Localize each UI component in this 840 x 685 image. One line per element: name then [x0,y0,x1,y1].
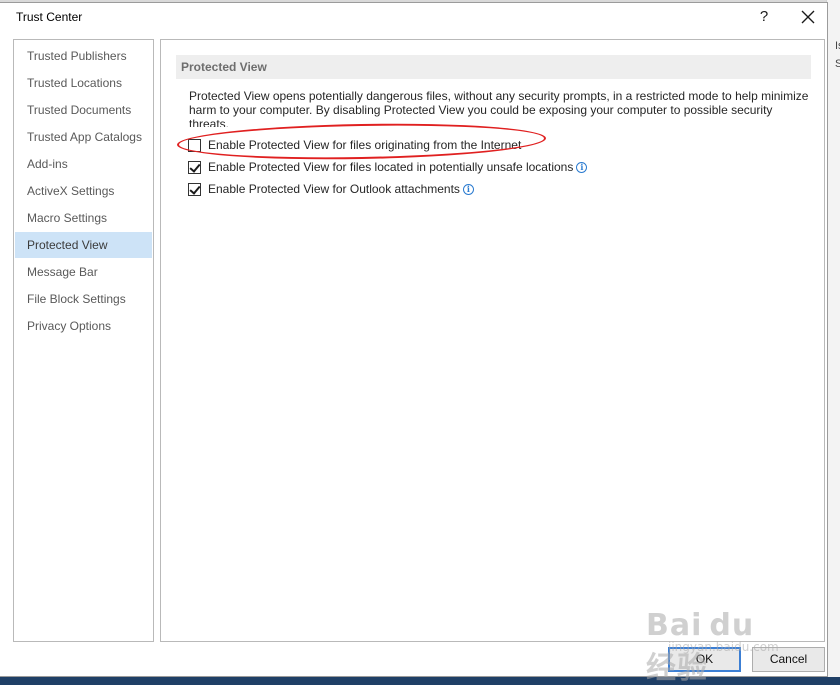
sidebar-item-add-ins[interactable]: Add-ins [15,151,152,177]
option-unsafe-locations[interactable]: Enable Protected View for files located … [188,158,588,176]
dialog-title: Trust Center [16,10,83,24]
ok-button[interactable]: OK [668,647,741,672]
option-outlook-attachments[interactable]: Enable Protected View for Outlook attach… [188,180,474,198]
section-description: Protected View opens potentially dangero… [189,89,809,127]
close-button[interactable] [794,6,822,28]
sidebar-item-trusted-app-catalogs[interactable]: Trusted App Catalogs [15,124,152,150]
info-icon[interactable]: i [462,183,474,195]
unsafe-locations-checkbox[interactable] [188,160,201,174]
sidebar-item-protected-view[interactable]: Protected View [15,232,152,258]
background-text: Is [835,40,840,52]
info-icon[interactable]: i [576,161,588,173]
option-label: Enable Protected View for files located … [208,160,574,174]
sidebar-item-trusted-publishers[interactable]: Trusted Publishers [15,43,152,69]
help-button[interactable]: ? [752,6,776,28]
outlook-attachments-checkbox[interactable] [188,182,201,196]
sidebar-item-message-bar[interactable]: Message Bar [15,259,152,285]
trust-center-sidebar: Trusted Publishers Trusted Locations Tru… [13,39,154,642]
background-text: S [835,58,840,70]
section-title: Protected View [176,55,811,79]
option-label: Enable Protected View for Outlook attach… [208,182,460,196]
option-label: Enable Protected View for files originat… [208,138,522,152]
dialog-titlebar[interactable]: Trust Center ? [0,3,826,31]
trust-center-dialog: Trust Center ? Trusted Publishers Truste… [0,2,828,677]
sidebar-item-file-block-settings[interactable]: File Block Settings [15,286,152,312]
cancel-button[interactable]: Cancel [752,647,825,672]
sidebar-item-privacy-options[interactable]: Privacy Options [15,313,152,339]
close-icon [801,10,815,24]
sidebar-item-trusted-locations[interactable]: Trusted Locations [15,70,152,96]
internet-files-checkbox[interactable] [188,138,201,152]
protected-view-panel: Protected View Protected View opens pote… [160,39,825,642]
background-window: Is S [826,0,840,677]
sidebar-item-activex-settings[interactable]: ActiveX Settings [15,178,152,204]
sidebar-item-trusted-documents[interactable]: Trusted Documents [15,97,152,123]
taskbar [0,677,840,685]
sidebar-item-macro-settings[interactable]: Macro Settings [15,205,152,231]
option-internet-files[interactable]: Enable Protected View for files originat… [188,136,521,154]
